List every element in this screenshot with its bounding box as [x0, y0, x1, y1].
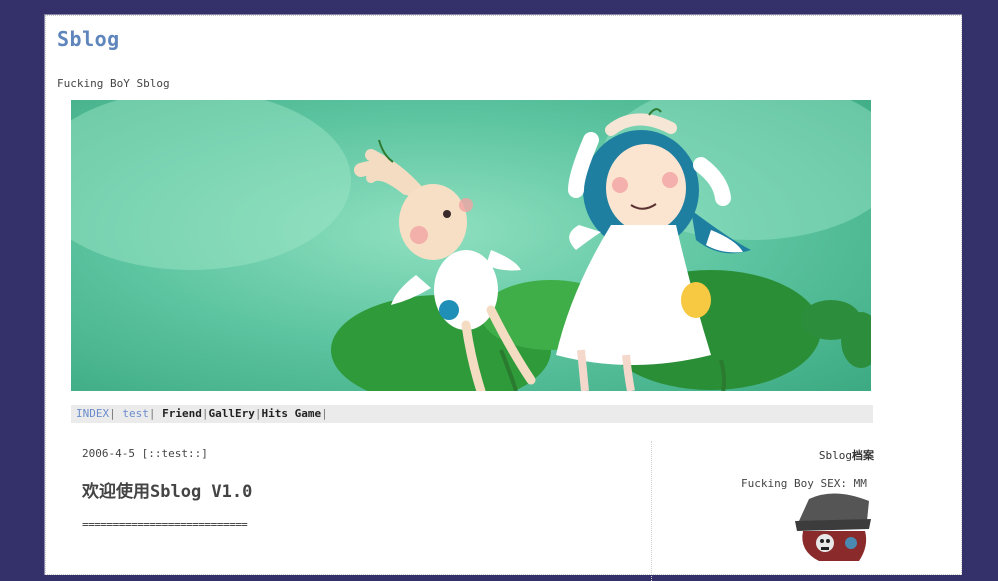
nav-separator: | — [321, 407, 328, 420]
main-navigation: INDEX| test| Friend|GallEry|Hits Game| — [71, 405, 873, 423]
nav-item-index[interactable]: INDEX — [76, 407, 109, 420]
column-divider — [651, 441, 652, 581]
sidebar-title: Sblog档案 — [819, 447, 874, 463]
nav-item-friend[interactable]: Friend — [162, 407, 202, 420]
sidebar-title-prefix: Sblog — [818, 449, 852, 462]
banner-illustration — [71, 100, 871, 391]
post-separator-rule: =========================== — [82, 518, 248, 531]
post-meta[interactable]: 2006-4-5 [::test::] — [82, 447, 208, 460]
avatar-illustration — [795, 493, 871, 561]
site-subtitle: Fucking BoY Sblog — [57, 77, 170, 90]
header-banner — [71, 100, 871, 391]
post-title[interactable]: 欢迎使用Sblog V1.0 — [82, 477, 252, 502]
nav-separator: | — [109, 407, 116, 420]
nav-item-test[interactable]: test — [122, 407, 149, 420]
page-container: Sblog Fucking BoY Sblog INDEX| test| Fri… — [44, 14, 962, 581]
sidebar-profile-info: Fucking Boy SEX: MM — [741, 477, 867, 490]
sidebar-title-suffix: 档案 — [852, 449, 874, 462]
site-title[interactable]: Sblog — [57, 27, 120, 51]
nav-separator: | — [148, 407, 156, 420]
nav-item-gallery[interactable]: GallEry — [209, 407, 255, 420]
skull-cap-avatar-icon — [789, 491, 875, 561]
nav-separator: | — [201, 407, 209, 420]
nav-item-hits-game[interactable]: Hits Game — [261, 407, 321, 420]
